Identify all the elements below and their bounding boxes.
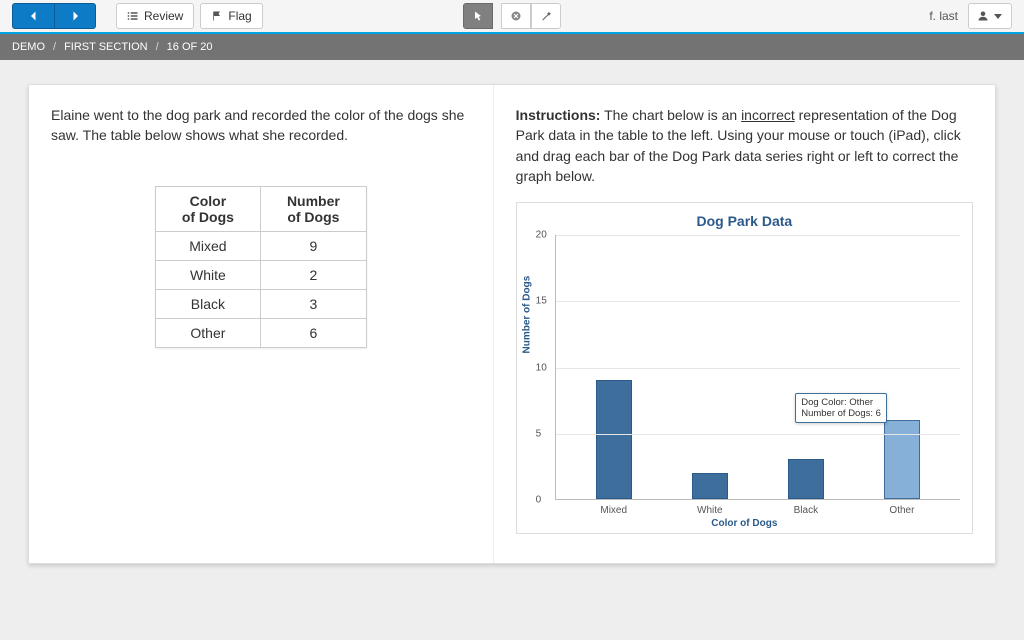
table-cell-count: 9 bbox=[260, 231, 366, 260]
flag-label: Flag bbox=[228, 9, 251, 23]
table-cell-color: Other bbox=[155, 318, 260, 347]
table-cell-count: 6 bbox=[260, 318, 366, 347]
cursor-tool-button[interactable] bbox=[463, 3, 493, 29]
table-header-col1: Colorof Dogs bbox=[155, 186, 260, 231]
chart-ytick-label: 15 bbox=[536, 296, 547, 307]
prompt-text: Elaine went to the dog park and recorded… bbox=[51, 105, 471, 146]
user-menu-button[interactable] bbox=[968, 3, 1012, 29]
chart-xtick-label: Black bbox=[794, 505, 818, 516]
wand-icon bbox=[540, 10, 552, 22]
user-icon bbox=[977, 10, 989, 22]
breadcrumb-root[interactable]: DEMO bbox=[12, 41, 45, 53]
data-table: Colorof Dogs Numberof Dogs Mixed9White2B… bbox=[155, 186, 367, 348]
table-cell-color: Mixed bbox=[155, 231, 260, 260]
question-card: Elaine went to the dog park and recorded… bbox=[28, 84, 996, 564]
chart-ytick-label: 20 bbox=[536, 230, 547, 241]
table-cell-color: Black bbox=[155, 289, 260, 318]
chart-xtick-label: Mixed bbox=[600, 505, 627, 516]
table-header-col2: Numberof Dogs bbox=[260, 186, 366, 231]
breadcrumb-section[interactable]: FIRST SECTION bbox=[64, 41, 148, 53]
chart-xtick-label: White bbox=[697, 505, 723, 516]
nav-button-group bbox=[12, 3, 96, 29]
breadcrumb: DEMO / FIRST SECTION / 16 OF 20 bbox=[0, 34, 1024, 60]
chart-yaxis-label: Number of Dogs bbox=[521, 275, 532, 353]
chart-bar-mixed[interactable]: Mixed bbox=[596, 380, 632, 499]
chart-xtick-label: Other bbox=[889, 505, 914, 516]
question-right-pane: Instructions: The chart below is an inco… bbox=[493, 85, 995, 563]
table-cell-color: White bbox=[155, 260, 260, 289]
chart-tooltip: Dog Color: OtherNumber of Dogs: 6 bbox=[795, 393, 887, 423]
chart-bar-other[interactable]: OtherDog Color: OtherNumber of Dogs: 6 bbox=[884, 420, 920, 500]
flag-icon bbox=[211, 10, 223, 22]
erase-tool-button[interactable] bbox=[501, 3, 531, 29]
question-left-pane: Elaine went to the dog park and recorded… bbox=[29, 85, 493, 563]
chart-bar-white[interactable]: White bbox=[692, 473, 728, 500]
chart-xaxis-label: Color of Dogs bbox=[519, 518, 970, 529]
user-name-label: f. last bbox=[929, 9, 958, 23]
review-label: Review bbox=[144, 9, 183, 23]
tool-palette bbox=[463, 3, 561, 29]
wand-tool-button[interactable] bbox=[531, 3, 561, 29]
chart-ytick-label: 10 bbox=[536, 362, 547, 373]
chart-title: Dog Park Data bbox=[519, 213, 970, 229]
instructions-text: Instructions: The chart below is an inco… bbox=[516, 105, 973, 186]
table-row: Other6 bbox=[155, 318, 366, 347]
table-row: Black3 bbox=[155, 289, 366, 318]
chart-container: Dog Park Data Number of Dogs Mixed White B… bbox=[516, 202, 973, 534]
top-toolbar: Review Flag f. last bbox=[0, 0, 1024, 34]
review-button[interactable]: Review bbox=[116, 3, 194, 29]
table-row: Mixed9 bbox=[155, 231, 366, 260]
list-icon bbox=[127, 10, 139, 22]
table-row: White2 bbox=[155, 260, 366, 289]
caret-down-icon bbox=[993, 11, 1003, 21]
flag-button[interactable]: Flag bbox=[200, 3, 262, 29]
table-cell-count: 2 bbox=[260, 260, 366, 289]
chart-plot-area: Mixed White Black OtherDog Color: OtherNumb… bbox=[555, 235, 960, 500]
prev-button[interactable] bbox=[12, 3, 54, 29]
chart-ytick-label: 5 bbox=[536, 428, 542, 439]
circle-x-icon bbox=[510, 10, 522, 22]
chart-ytick-label: 0 bbox=[536, 495, 542, 506]
arrow-right-icon bbox=[69, 10, 81, 22]
table-cell-count: 3 bbox=[260, 289, 366, 318]
next-button[interactable] bbox=[54, 3, 96, 29]
chart-bar-black[interactable]: Black bbox=[788, 459, 824, 499]
arrow-left-icon bbox=[28, 10, 40, 22]
breadcrumb-progress: 16 OF 20 bbox=[167, 41, 213, 53]
cursor-icon bbox=[472, 10, 484, 22]
